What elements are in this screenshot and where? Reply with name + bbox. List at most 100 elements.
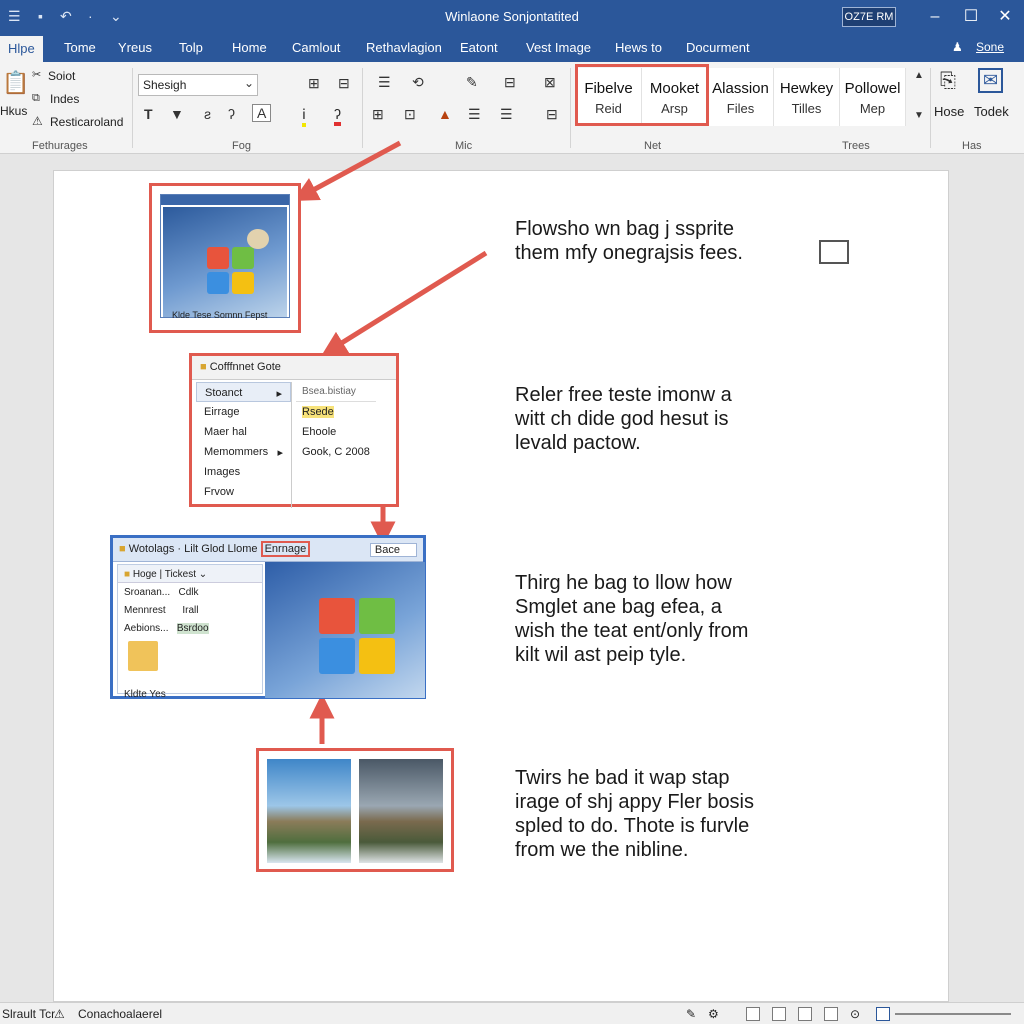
status-page-info[interactable]: Slrault Tcr <box>2 1007 55 1021</box>
align-left-icon[interactable]: ⊞ <box>372 106 384 123</box>
folder-preview <box>118 637 262 685</box>
group-label-font: Fog <box>232 140 251 152</box>
outline-icon[interactable] <box>824 1007 838 1021</box>
style-tile-3[interactable]: Alassion Files <box>708 68 774 126</box>
text-effects-icon[interactable]: A <box>252 104 272 122</box>
close-button[interactable]: ✕ <box>990 6 1020 28</box>
hose-button[interactable]: Hose <box>934 104 964 119</box>
tab-review[interactable]: Eatont <box>460 40 498 55</box>
gallery-up-icon[interactable]: ▲ <box>914 70 924 81</box>
style-tile-subtitle: Tilles <box>791 101 822 116</box>
borders-icon[interactable]: ⊟ <box>504 74 516 91</box>
nav-item[interactable]: Mennrest Irall <box>118 601 262 619</box>
proofing-icon[interactable]: ⚠ <box>54 1007 65 1021</box>
empty-checkbox[interactable] <box>819 240 849 264</box>
zoom-slider[interactable] <box>895 1013 1011 1015</box>
paragraph-options-icon[interactable]: ⊟ <box>546 106 558 123</box>
dictate-icon[interactable]: ✉ <box>978 68 1004 93</box>
align-center-icon[interactable]: ⊡ <box>404 106 416 123</box>
highlight-icon[interactable]: ⅰ <box>302 106 306 127</box>
user-icon[interactable]: ♟ <box>952 40 963 54</box>
menu-window-screenshot[interactable]: ■ Cofffnnet Gote Stoanct ▸ Eirrage Maer h… <box>189 353 399 508</box>
clipboard-item-1[interactable]: Soiot <box>48 69 75 83</box>
copy-icon: ⧉ <box>32 92 40 104</box>
style-tile-4[interactable]: Hewkey Tilles <box>774 68 840 126</box>
explorer-preview <box>265 562 425 698</box>
italic-icon[interactable]: ▼ <box>170 106 184 122</box>
nav-item[interactable]: Sroanan... Cdlk <box>118 583 262 601</box>
tab-references[interactable]: Camlout <box>292 40 340 55</box>
tab-layout[interactable]: Home <box>232 40 267 55</box>
shading-icon[interactable]: ▲ <box>438 106 452 122</box>
explorer-titlebar: ■ Wotolags · Lilt Glod Llome Enrnage Bac… <box>113 538 423 562</box>
minimize-button[interactable]: – <box>920 6 950 28</box>
menu-item[interactable]: Eirrage <box>196 402 291 422</box>
gallery-down-icon[interactable]: ▼ <box>914 110 924 121</box>
tab-design[interactable]: Tolp <box>179 40 203 55</box>
ribbon: 📋 Hkus ✂ Soiot ⧉ Indes ⚠ Resticaroland F… <box>0 62 1024 154</box>
separator <box>362 68 363 148</box>
group-label-paragraph: Mic <box>455 140 473 152</box>
maximize-button[interactable]: ☐ <box>956 6 986 28</box>
status-document-name[interactable]: Conachoalaerel <box>78 1007 162 1021</box>
menu-item[interactable]: Maer hal <box>196 422 291 442</box>
print-layout-icon[interactable] <box>772 1007 786 1021</box>
tab-mailings[interactable]: Rethavlagion <box>366 40 442 55</box>
bold-icon[interactable]: T <box>144 106 153 122</box>
bullets-icon[interactable]: ☰ <box>378 74 391 91</box>
read-mode-icon[interactable] <box>746 1007 760 1021</box>
ribbon-tabs: Hlpe Tome Yreus Tolp Home Camlout Rethav… <box>0 34 1024 62</box>
folder-caption: Kldte Yes <box>124 689 166 700</box>
todek-button[interactable]: Todek <box>974 104 1009 119</box>
find-icon[interactable]: ⎘ <box>940 70 956 93</box>
photo-edited <box>359 759 443 863</box>
show-marks-icon[interactable]: ⊠ <box>544 74 556 91</box>
tab-view[interactable]: Vest Image <box>526 40 591 55</box>
tab-home[interactable]: Tome <box>64 40 96 55</box>
justify-icon[interactable]: ☰ <box>500 106 513 123</box>
font-dropdown-icon[interactable]: ⌄ <box>244 76 254 90</box>
windows-logo-icon <box>207 247 257 297</box>
highlighted-tab[interactable]: Enrnage <box>260 541 311 557</box>
clipboard-item-2[interactable]: Indes <box>50 92 79 106</box>
line-spacing-icon[interactable]: ☰ <box>468 106 481 123</box>
paste-label[interactable]: Hkus <box>0 104 27 118</box>
account-badge[interactable]: OZ7E RM <box>842 7 896 27</box>
grow-font-icon[interactable]: ⊞ <box>308 75 320 92</box>
photo-original <box>267 759 351 863</box>
photo-comparison[interactable] <box>256 748 454 872</box>
share-link[interactable]: Sone <box>976 40 1004 54</box>
menu-item[interactable]: Images <box>196 462 291 482</box>
web-layout-icon[interactable] <box>798 1007 812 1021</box>
style-tile-5[interactable]: Pollowel Mep <box>840 68 906 126</box>
submenu-header: Bsea.bistiay <box>296 382 376 402</box>
tab-file[interactable]: Hlpe <box>0 36 43 62</box>
sort-icon[interactable]: ✎ <box>466 74 478 91</box>
menu-item[interactable]: Memommers ▸ <box>196 442 291 462</box>
submenu-item[interactable]: Rsede <box>296 402 376 422</box>
numbering-icon[interactable]: ⟲ <box>412 74 424 91</box>
menu-item[interactable]: Frvow <box>196 482 291 502</box>
submenu-item[interactable]: Ehoole <box>296 422 376 442</box>
explorer-window-screenshot[interactable]: ■ Wotolags · Lilt Glod Llome Enrnage Bac… <box>110 535 426 700</box>
layout-icon[interactable]: ⚙ <box>708 1007 719 1021</box>
font-name-input[interactable]: Shesigh <box>138 74 258 96</box>
tab-document[interactable]: Docurment <box>686 40 750 55</box>
zoom-in-icon[interactable] <box>876 1007 890 1021</box>
font-color-icon[interactable]: ʔ <box>334 106 341 126</box>
screenshot-thumbnail[interactable]: Klde Tese Somnn Fepst <box>149 183 301 333</box>
nav-item[interactable]: Aebions... Bsrdoo <box>118 619 262 637</box>
submenu-item[interactable]: Gook, C 2008 <box>296 442 376 462</box>
zoom-out-icon[interactable]: ⊙ <box>850 1007 860 1021</box>
menu-item[interactable]: Stoanct ▸ <box>196 382 291 402</box>
group-label-editing: Has <box>962 140 982 152</box>
paste-icon[interactable]: 📋 <box>2 70 29 96</box>
tab-insert[interactable]: Yreus <box>118 40 152 55</box>
shrink-font-icon[interactable]: ⊟ <box>338 75 350 92</box>
clipboard-item-3[interactable]: Resticaroland <box>50 115 123 129</box>
explorer-search[interactable]: Bace <box>369 543 417 557</box>
tab-help[interactable]: Hews to <box>615 40 662 55</box>
strikethrough-icon[interactable]: ʔ <box>228 106 235 122</box>
underline-icon[interactable]: ƨ <box>204 106 211 122</box>
focus-icon[interactable]: ✎ <box>686 1007 696 1021</box>
